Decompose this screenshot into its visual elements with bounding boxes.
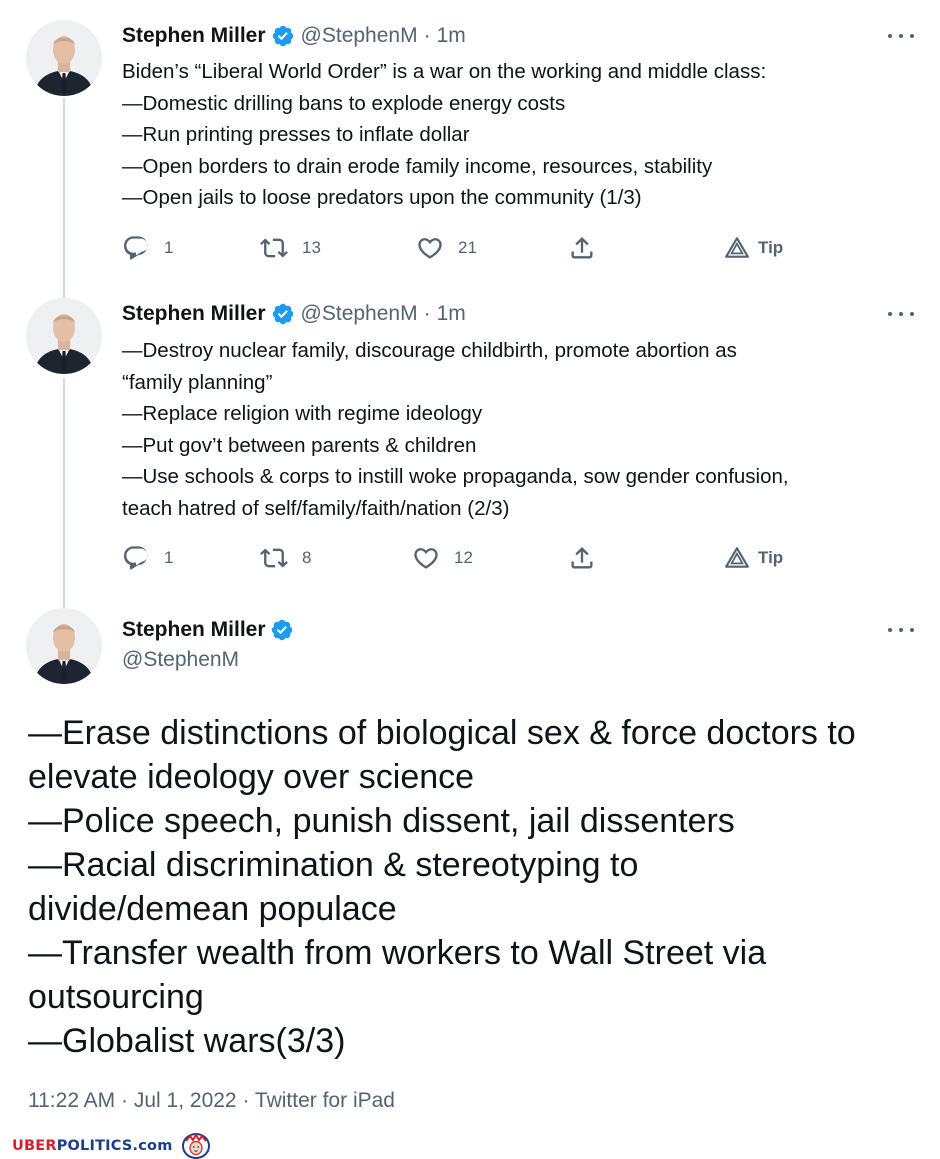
avatar[interactable] [26, 298, 102, 374]
tweet-line: Biden’s “Liberal World Order” is a war o… [122, 60, 767, 83]
author-handle[interactable]: @StephenM [301, 302, 418, 326]
tweet-line: elevate ideology over science [28, 758, 475, 796]
like-button[interactable]: 21 [416, 232, 477, 264]
reply-button[interactable]: 1 [122, 232, 173, 264]
watermark-part-3: .com [132, 1138, 173, 1154]
tweet-line: —Put gov’t between parents & children [122, 433, 477, 457]
reply-icon [124, 546, 148, 570]
tweet-line: teach hatred of self/family/faith/nation… [122, 496, 510, 520]
tip-icon [725, 237, 749, 258]
share-button[interactable] [568, 232, 610, 264]
separator-dot: · [121, 1089, 129, 1112]
retweet-icon [260, 548, 288, 568]
tweet-time[interactable]: 1m [437, 24, 466, 48]
retweet-button[interactable]: 13 [260, 232, 321, 264]
tweet-line: divide/demean populace [28, 890, 397, 928]
retweet-count: 8 [302, 548, 312, 567]
watermark: UBER POLITICS .com [12, 1133, 211, 1159]
lion-logo-icon [181, 1133, 210, 1159]
tweet-header: Stephen Miller @StephenM · 1m [122, 300, 466, 328]
retweet-icon [260, 238, 288, 258]
tweet-text: Biden’s “Liberal World Order” is a war o… [122, 56, 912, 214]
verified-badge-icon [271, 24, 295, 48]
separator-dot: · [242, 1089, 250, 1112]
reply-count: 1 [164, 238, 174, 257]
watermark-part-2: POLITICS [56, 1138, 133, 1154]
separator-dot: · [423, 24, 431, 47]
separator-dot: · [423, 302, 431, 325]
tweet-line: —Racial discrimination & stereotyping to [28, 846, 639, 884]
tweet-line: —Domestic drilling bans to explode energ… [122, 91, 566, 115]
more-icon[interactable] [886, 26, 916, 46]
thread-line [63, 98, 65, 298]
author-name[interactable]: Stephen Miller [122, 302, 266, 326]
avatar[interactable] [26, 20, 102, 96]
tweet-line: —Replace religion with regime ideology [122, 402, 483, 425]
watermark-part-1: UBER [12, 1138, 57, 1154]
author-name[interactable]: Stephen Miller [122, 618, 266, 642]
reply-icon [124, 236, 148, 260]
tweet-line: —Open borders to drain erode family inco… [122, 154, 713, 178]
tweet-text: —Destroy nuclear family, discourage chil… [122, 335, 912, 524]
author-handle[interactable]: @StephenM [301, 24, 418, 48]
author-handle[interactable]: @StephenM [122, 648, 300, 672]
tweet-line: outsourcing [28, 978, 204, 1016]
like-icon [418, 238, 442, 259]
tweet-timestamp[interactable]: 11:22 AM [28, 1089, 115, 1112]
tweet-header: Stephen Miller @StephenM · 1m [122, 22, 466, 50]
author-name[interactable]: Stephen Miller [122, 24, 266, 48]
more-icon[interactable] [886, 304, 916, 324]
tip-icon [725, 547, 749, 568]
more-icon[interactable] [886, 620, 916, 640]
share-icon [571, 547, 593, 569]
like-count: 12 [454, 548, 473, 567]
main-tweet-header: Stephen Miller @StephenM [122, 616, 300, 672]
tweet-date[interactable]: Jul 1, 2022 [134, 1089, 237, 1112]
tweet-line: —Globalist wars(3/3) [28, 1022, 346, 1060]
tweet-line: —Run printing presses to inflate dollar [122, 123, 470, 146]
tweet-meta: 11:22 AM · Jul 1, 2022 · Twitter for iPa… [28, 1089, 395, 1113]
tip-button[interactable]: Tip [724, 232, 783, 264]
tweet-line: —Police speech, punish dissent, jail dis… [28, 802, 735, 840]
tip-label: Tip [758, 548, 784, 567]
like-icon [414, 548, 438, 569]
reply-count: 1 [164, 548, 174, 567]
share-icon [571, 237, 593, 259]
main-tweet-text: —Erase distinctions of biological sex & … [28, 711, 928, 1063]
tweet-line: —Erase distinctions of biological sex & … [28, 714, 856, 752]
tip-button[interactable]: Tip [724, 542, 783, 574]
retweet-button[interactable]: 8 [260, 542, 311, 574]
verified-badge-icon [270, 618, 294, 642]
tweet-line: —Destroy nuclear family, discourage chil… [122, 339, 737, 362]
tweet-line: —Open jails to loose predators upon the … [122, 186, 642, 209]
tweet-actions: 1 8 12 Tip [122, 542, 802, 574]
verified-badge-icon [271, 302, 295, 326]
share-button[interactable] [568, 542, 610, 574]
reply-button[interactable]: 1 [122, 542, 173, 574]
tweet-client[interactable]: Twitter for iPad [255, 1089, 395, 1112]
tweet-line: “family planning” [122, 370, 273, 394]
tweet-line: —Use schools & corps to instill woke pro… [122, 465, 789, 488]
tweet-actions: 1 13 21 Tip [122, 232, 802, 264]
thread-line [63, 378, 65, 608]
avatar[interactable] [26, 608, 102, 684]
tweet-time[interactable]: 1m [437, 302, 466, 326]
like-button[interactable]: 12 [412, 542, 473, 574]
tweet-line: —Transfer wealth from workers to Wall St… [28, 934, 767, 972]
retweet-count: 13 [302, 238, 321, 257]
like-count: 21 [458, 238, 477, 257]
tip-label: Tip [758, 238, 784, 257]
